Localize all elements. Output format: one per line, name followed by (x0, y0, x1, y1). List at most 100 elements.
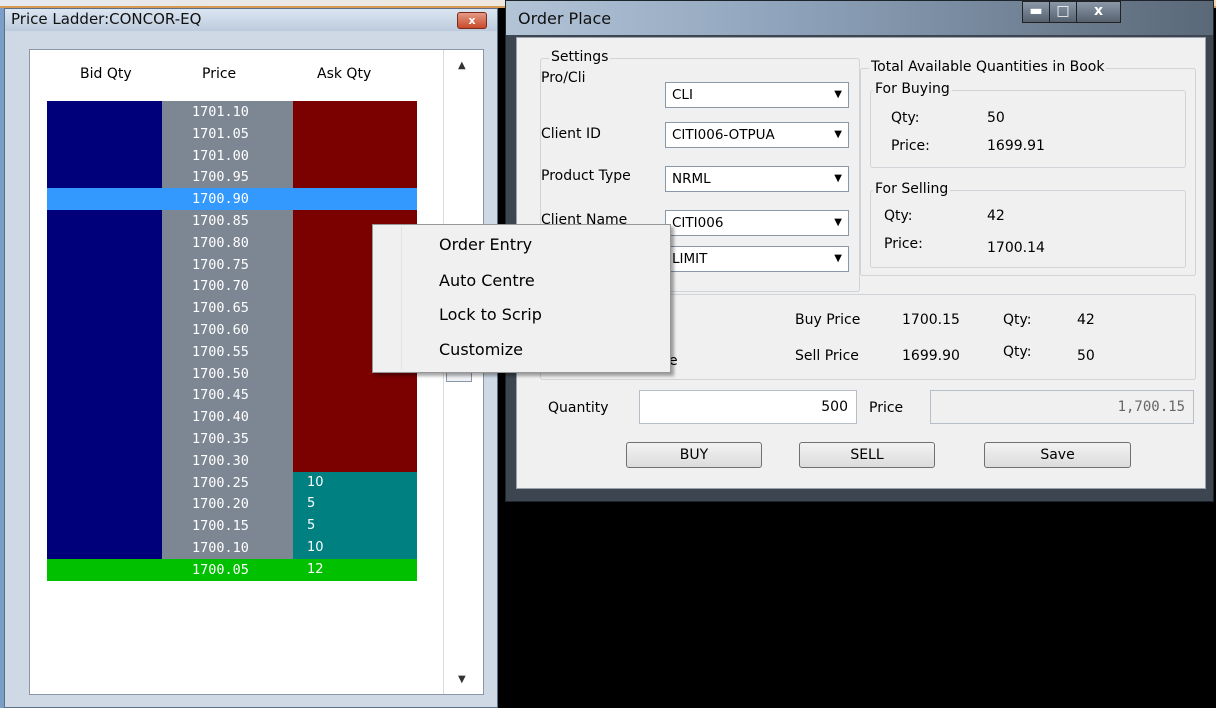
ask-qty-cell[interactable]: 5 (293, 515, 417, 538)
price-cell[interactable]: 1701.00 (162, 144, 293, 167)
ladder-row[interactable]: 1700.65 (47, 297, 417, 320)
price-cell[interactable]: 1700.50 (162, 362, 293, 385)
sell-button[interactable]: SELL (799, 442, 935, 468)
menu-item-customize[interactable]: Customize (439, 340, 523, 359)
client-name-select[interactable]: CITI006 ▼ (665, 210, 849, 236)
bid-qty-cell[interactable] (47, 253, 162, 276)
price-cell[interactable]: 1700.75 (162, 253, 293, 276)
menu-item-auto-centre[interactable]: Auto Centre (439, 271, 535, 290)
product-type-select[interactable]: NRML ▼ (665, 166, 849, 192)
price-cell[interactable]: 1700.25 (162, 471, 293, 494)
price-cell[interactable]: 1700.65 (162, 297, 293, 320)
ask-qty-cell[interactable] (293, 101, 417, 123)
ladder-row[interactable]: 1700.50 (47, 362, 417, 385)
ladder-row[interactable]: 1700.60 (47, 319, 417, 341)
order-type-select[interactable]: LIMIT ▼ (665, 246, 849, 272)
save-button[interactable]: Save (984, 442, 1131, 468)
header-price[interactable]: Price (202, 66, 236, 82)
ask-qty-cell[interactable] (293, 406, 417, 429)
ask-qty-cell[interactable] (293, 428, 417, 450)
bid-qty-cell[interactable] (47, 362, 162, 385)
bid-qty-cell[interactable] (47, 515, 162, 538)
scroll-down-icon[interactable]: ▼ (458, 674, 466, 685)
ladder-row[interactable]: 1700.85 (47, 210, 417, 232)
bid-qty-cell[interactable] (47, 406, 162, 429)
ask-qty-cell[interactable]: 10 (293, 471, 417, 494)
close-button[interactable]: x (1076, 1, 1121, 23)
header-bid-qty[interactable]: Bid Qty (80, 66, 132, 82)
menu-item-order-entry[interactable]: Order Entry (439, 235, 532, 254)
client-id-select[interactable]: CITI006-OTPUA ▼ (665, 122, 849, 148)
bid-qty-cell[interactable] (47, 449, 162, 472)
price-cell[interactable]: 1700.95 (162, 166, 293, 189)
price-input[interactable]: 1,700.15 (930, 390, 1194, 424)
ladder-row[interactable]: 1700.25 10 (47, 471, 417, 494)
maximize-button[interactable]: □ (1049, 1, 1077, 23)
ladder-row[interactable]: 1701.00 (47, 144, 417, 167)
minimize-button[interactable]: ▬ (1022, 1, 1050, 23)
bid-qty-cell[interactable] (47, 210, 162, 232)
buy-button[interactable]: BUY (626, 442, 762, 468)
ladder-row[interactable]: 1700.20 5 (47, 493, 417, 516)
ladder-row[interactable]: 1700.10 10 (47, 537, 417, 559)
bid-qty-cell[interactable] (47, 122, 162, 145)
pro-cli-select[interactable]: CLI ▼ (665, 82, 849, 108)
bid-qty-cell[interactable] (47, 144, 162, 167)
ladder-row[interactable]: 1701.05 (47, 122, 417, 145)
price-cell[interactable]: 1700.45 (162, 384, 293, 407)
bid-qty-cell[interactable] (47, 493, 162, 516)
quantity-input[interactable]: 500 (639, 390, 857, 424)
bid-qty-cell[interactable] (47, 297, 162, 320)
header-ask-qty[interactable]: Ask Qty (317, 66, 371, 82)
bid-qty-cell[interactable] (47, 384, 162, 407)
ask-qty-cell[interactable]: 5 (293, 493, 417, 516)
bid-qty-cell[interactable] (47, 275, 162, 298)
ladder-row[interactable]: 1700.90 (47, 188, 417, 211)
price-cell[interactable]: 1700.20 (162, 493, 293, 516)
bid-qty-cell[interactable] (47, 340, 162, 363)
ladder-row[interactable]: 1700.70 (47, 275, 417, 298)
price-ladder-close-button[interactable]: x (457, 12, 487, 29)
bid-qty-cell[interactable] (47, 559, 162, 581)
price-cell[interactable]: 1700.10 (162, 537, 293, 559)
ask-qty-cell[interactable] (293, 449, 417, 472)
price-cell[interactable]: 1700.60 (162, 319, 293, 341)
price-cell[interactable]: 1700.30 (162, 449, 293, 472)
ladder-row[interactable]: 1700.05 12 (47, 558, 417, 581)
order-place-titlebar[interactable]: Order Place ▬ □ x (506, 1, 1213, 35)
ask-qty-cell[interactable] (293, 384, 417, 407)
ladder-row[interactable]: 1700.30 (47, 449, 417, 472)
ask-qty-cell[interactable]: 10 (293, 537, 417, 559)
price-ladder-titlebar[interactable]: Price Ladder:CONCOR-EQ x (5, 9, 497, 31)
price-cell[interactable]: 1700.15 (162, 515, 293, 538)
bid-qty-cell[interactable] (47, 319, 162, 341)
ladder-row[interactable]: 1700.75 (47, 253, 417, 276)
price-cell[interactable]: 1700.70 (162, 275, 293, 298)
price-cell[interactable]: 1700.55 (162, 340, 293, 363)
scroll-up-icon[interactable]: ▲ (458, 60, 466, 71)
ladder-row[interactable]: 1700.15 5 (47, 515, 417, 538)
ladder-row[interactable]: 1700.95 (47, 166, 417, 189)
ask-qty-cell[interactable]: 12 (293, 559, 417, 581)
ask-qty-cell[interactable] (293, 166, 417, 189)
ask-qty-cell[interactable] (293, 122, 417, 145)
ladder-row[interactable]: 1700.80 (47, 231, 417, 254)
bid-qty-cell[interactable] (47, 428, 162, 450)
ladder-row[interactable]: 1700.35 (47, 428, 417, 450)
ladder-row[interactable]: 1700.45 (47, 384, 417, 407)
ask-qty-cell[interactable] (293, 144, 417, 167)
ask-qty-cell[interactable] (293, 188, 417, 210)
price-cell[interactable]: 1700.35 (162, 428, 293, 450)
bid-qty-cell[interactable] (47, 188, 162, 210)
ladder-row[interactable]: 1700.55 (47, 340, 417, 363)
price-cell[interactable]: 1700.40 (162, 406, 293, 429)
bid-qty-cell[interactable] (47, 537, 162, 559)
bid-qty-cell[interactable] (47, 101, 162, 123)
ladder-row[interactable]: 1700.40 (47, 406, 417, 429)
price-cell[interactable]: 1701.10 (162, 101, 293, 123)
price-cell[interactable]: 1700.85 (162, 210, 293, 232)
bid-qty-cell[interactable] (47, 471, 162, 494)
menu-item-lock-to-scrip[interactable]: Lock to Scrip (439, 305, 542, 324)
ladder-row[interactable]: 1701.10 (47, 101, 417, 123)
price-cell[interactable]: 1700.80 (162, 231, 293, 254)
